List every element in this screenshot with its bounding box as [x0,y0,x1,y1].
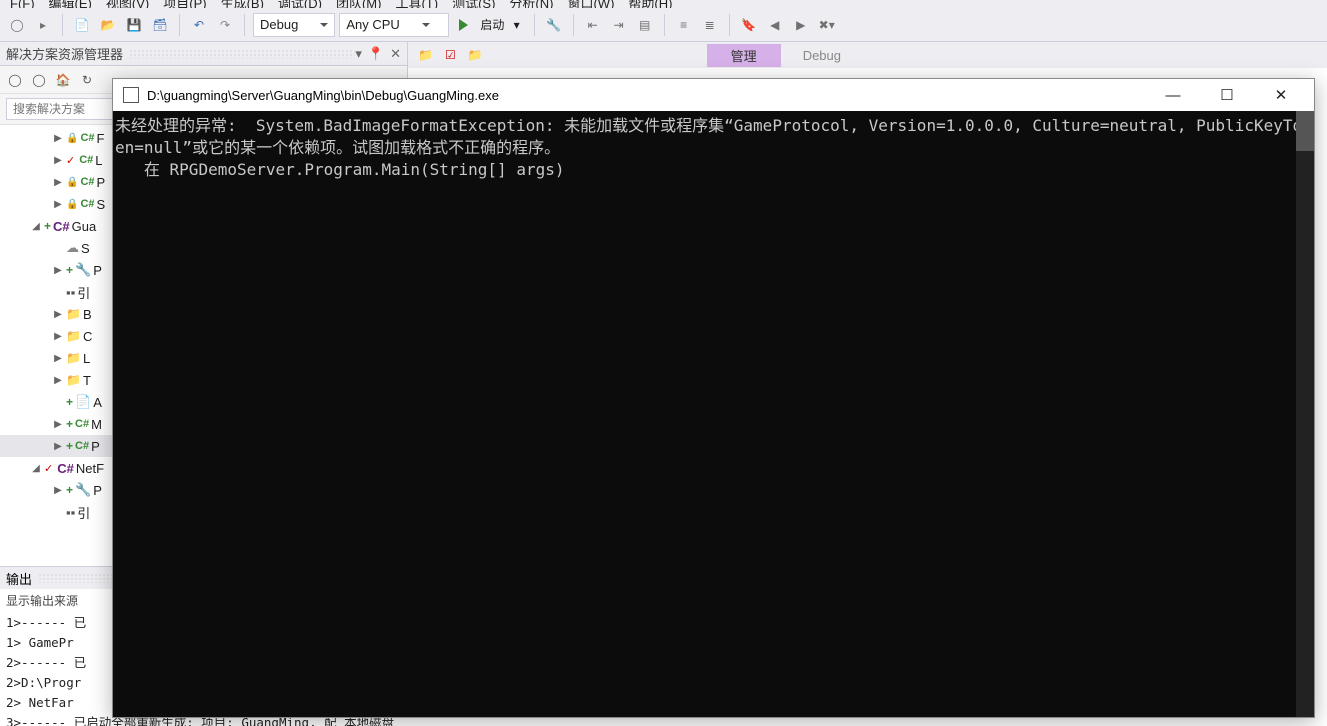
tree-label: C [83,329,92,344]
play-icon [459,19,474,31]
expand-icon[interactable]: ▶ [52,155,64,166]
panel-title: 解决方案资源管理器 [6,44,123,63]
tree-label: Gua [72,219,97,234]
output-title: 输出 [6,569,32,588]
comment-icon[interactable]: ≡ [673,14,695,36]
next-bookmark-icon[interactable]: ▶ [790,14,812,36]
tree-label: 引 [77,283,90,302]
tree-label: NetF [76,461,104,476]
expand-icon[interactable]: ▶ [52,353,64,364]
tree-label: P [91,439,100,454]
console-titlebar[interactable]: D:\guangming\Server\GuangMing\bin\Debug\… [113,79,1314,111]
folder-icon: 📁 [418,48,433,62]
main-toolbar: ◯ ▸ 📄 📂 💾 🗃 ↶ ↷ Debug Any CPU 启动 ▾ 🔧 ⇤ ⇥… [0,8,1327,42]
platform-combo[interactable]: Any CPU [339,13,449,37]
expand-icon[interactable]: ▶ [52,177,64,188]
expand-icon[interactable]: ▶ [52,331,64,342]
maximize-button[interactable]: ☐ [1204,80,1250,110]
tab-manage[interactable]: 管理 [707,44,781,67]
save-button[interactable]: 💾 [123,14,145,36]
undo-button[interactable]: ↶ [188,14,210,36]
bookmark-icon[interactable]: 🔖 [738,14,760,36]
uncomment-icon[interactable]: ≣ [699,14,721,36]
format-icon[interactable]: ▤ [634,14,656,36]
tree-label: A [93,395,102,410]
folder-icon: 📁 [468,48,483,62]
prev-bookmark-icon[interactable]: ◀ [764,14,786,36]
pin-icon[interactable]: 📍 [368,46,384,62]
sync-icon[interactable]: ↻ [78,71,96,89]
tab-debug[interactable]: Debug [793,46,851,65]
minimize-button[interactable]: — [1150,80,1196,110]
expand-icon[interactable]: ▶ [52,309,64,320]
menu-bar: F(F) 编辑(E) 视图(V) 项目(P) 生成(B) 调试(D) 团队(M)… [0,0,1327,8]
expand-icon[interactable]: ▶ [52,419,64,430]
tree-label: F [97,131,105,146]
expand-icon[interactable]: ▶ [52,441,64,452]
clear-bookmark-icon[interactable]: ✖▾ [816,14,838,36]
start-debug-button[interactable]: 启动 ▾ [453,16,525,33]
open-button[interactable]: 📂 [97,14,119,36]
console-scrollbar[interactable] [1296,111,1314,717]
tree-label: T [83,373,91,388]
expand-icon[interactable]: ▶ [52,199,64,210]
expand-icon[interactable]: ▶ [52,375,64,386]
back-button[interactable]: ◯ [6,14,28,36]
tree-label: P [93,483,102,498]
tree-label: S [81,241,90,256]
dropdown-icon[interactable]: ▾ [355,46,362,62]
console-window[interactable]: D:\guangming\Server\GuangMing\bin\Debug\… [112,78,1315,718]
close-icon[interactable]: ✕ [390,46,401,62]
fwd-nav-icon[interactable]: ◯ [30,71,48,89]
config-combo[interactable]: Debug [253,13,335,37]
tool-icon[interactable]: 🔧 [543,14,565,36]
tree-label: L [83,351,90,366]
expand-icon[interactable]: ▶ [52,485,64,496]
expand-icon[interactable]: ▶ [52,265,64,276]
tree-label: P [93,263,102,278]
expand-icon[interactable]: ◢ [30,463,42,474]
check-icon: ☑ [445,48,456,62]
indent-left-icon[interactable]: ⇤ [582,14,604,36]
close-button[interactable]: ✕ [1258,80,1304,110]
forward-button[interactable]: ▸ [32,14,54,36]
new-file-button[interactable]: 📄 [71,14,93,36]
back-nav-icon[interactable]: ◯ [6,71,24,89]
console-title-text: D:\guangming\Server\GuangMing\bin\Debug\… [147,88,1142,103]
tree-label: M [91,417,102,432]
expand-icon[interactable]: ◢ [30,221,42,232]
tree-label: L [95,153,102,168]
tree-label: S [97,197,106,212]
panel-header: 解决方案资源管理器 ▾ 📍 ✕ [0,42,407,66]
expand-icon[interactable]: ▶ [52,133,64,144]
console-output[interactable]: 未经处理的异常: System.BadImageFormatException:… [113,111,1314,717]
redo-button[interactable]: ↷ [214,14,236,36]
app-icon [123,87,139,103]
tree-label: P [97,175,106,190]
output-source-label: 显示输出来源 [6,592,78,609]
tree-label: B [83,307,92,322]
indent-right-icon[interactable]: ⇥ [608,14,630,36]
tab-strip: 📁 ☑ 📁 管理 Debug [408,42,1327,68]
save-all-button[interactable]: 🗃 [149,14,171,36]
home-icon[interactable]: 🏠 [54,71,72,89]
tree-label: 引 [77,503,90,522]
